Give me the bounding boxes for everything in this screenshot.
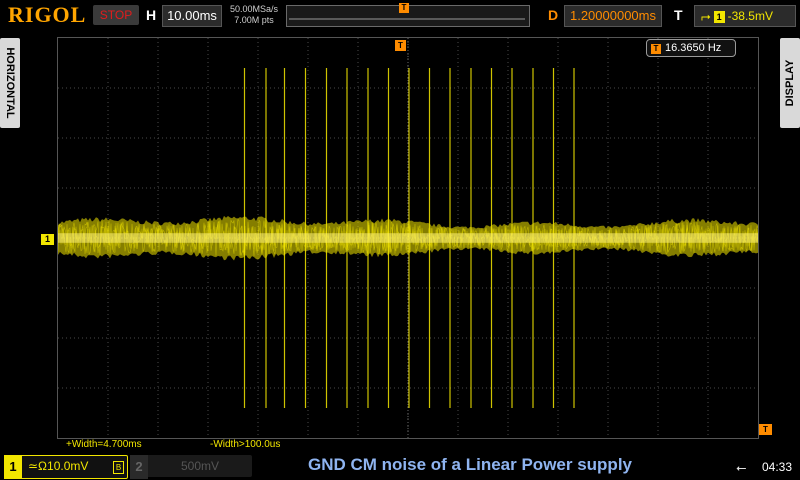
frequency-value: 16.3650 Hz xyxy=(665,42,722,54)
trigger-level-marker[interactable]: T xyxy=(759,424,772,435)
ch2-number[interactable]: 2 xyxy=(130,455,148,479)
trigger-settings[interactable]: ⮣ 1 -38.5mV xyxy=(694,5,796,27)
ch1-number[interactable]: 1 xyxy=(4,455,22,479)
display-menu-tab[interactable]: DISPLAY xyxy=(780,38,800,128)
rising-edge-icon: ⮣ xyxy=(701,9,711,23)
memory-depth: 7.00M pts xyxy=(234,15,274,25)
waveform-core xyxy=(58,233,758,243)
timebase-value[interactable]: 10.00ms xyxy=(162,5,222,27)
ch1-coupling-icon: ≃Ω xyxy=(28,459,48,473)
ch2-scale: 500mV xyxy=(181,459,220,473)
negative-width-measurement: -Width>100.0us xyxy=(210,439,281,450)
trigger-icon: T xyxy=(651,44,661,54)
horizontal-menu-tab[interactable]: HORIZONTAL xyxy=(0,38,20,128)
ch1-scale: 10.0mV xyxy=(47,459,89,473)
display-menu-label: DISPLAY xyxy=(784,59,796,107)
usb-icon: ⭠ xyxy=(736,460,747,475)
positive-width-measurement: +Width=4.700ms xyxy=(66,439,142,450)
clock: 04:33 xyxy=(762,460,793,474)
bandwidth-limit-icon: B xyxy=(113,461,124,474)
waveform-canvas xyxy=(58,38,758,438)
horizontal-label: H xyxy=(146,7,157,23)
trigger-level-value: -38.5mV xyxy=(727,9,773,23)
ch1-scale-label: ≃Ω10.0mV xyxy=(28,459,88,473)
sample-rate: 50.00MSa/s xyxy=(229,4,279,14)
acquisition-info: 50.00MSa/s 7.00M pts xyxy=(226,4,282,26)
delay-label: D xyxy=(548,7,559,23)
waveform-display[interactable] xyxy=(57,37,759,439)
trigger-label: T xyxy=(674,7,683,23)
brand-logo: RIGOL xyxy=(8,2,87,27)
delay-value[interactable]: 1.20000000ms xyxy=(564,5,662,27)
trigger-position-icon: T xyxy=(399,3,409,13)
trigger-source-badge: 1 xyxy=(713,10,725,23)
screen-caption: GND CM noise of a Linear Power supply xyxy=(308,455,632,474)
frequency-counter: T 16.3650 Hz xyxy=(646,39,736,57)
trigger-position-marker[interactable]: T xyxy=(395,40,406,51)
ch1-offset-marker[interactable]: 1 xyxy=(41,234,54,245)
run-stop-status[interactable]: STOP xyxy=(93,5,139,25)
horizontal-menu-label: HORIZONTAL xyxy=(4,47,16,119)
